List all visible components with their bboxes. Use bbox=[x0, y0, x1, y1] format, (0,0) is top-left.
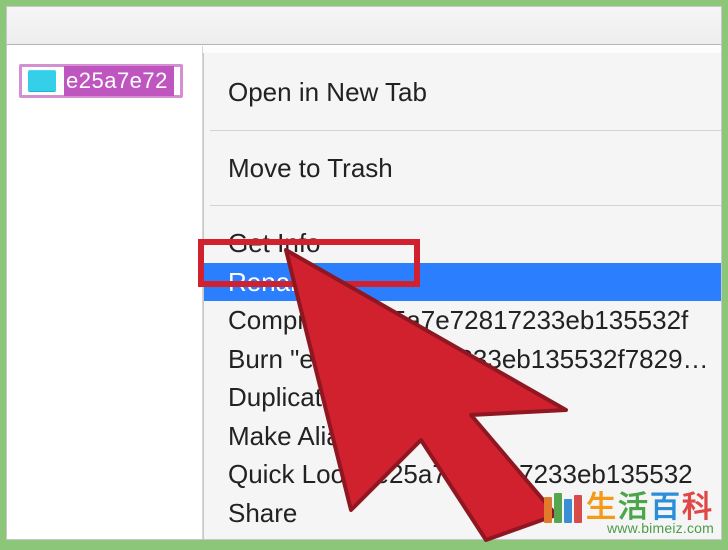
menu-move-to-trash[interactable]: Move to Trash bbox=[204, 149, 721, 188]
menu-quick-look[interactable]: Quick Look "e25a7e72817233eb135532 bbox=[204, 455, 721, 494]
books-icon bbox=[544, 493, 582, 523]
finder-window: e25a7e72 Open in New Tab Move to Trash G… bbox=[6, 6, 722, 540]
folder-icon bbox=[28, 70, 56, 92]
watermark-char-4: 科 bbox=[682, 491, 714, 524]
menu-separator bbox=[210, 205, 721, 206]
watermark: 生活百科 www.bimeiz.com bbox=[544, 492, 714, 536]
toolbar bbox=[7, 7, 721, 45]
menu-duplicate[interactable]: Duplicate bbox=[204, 378, 721, 417]
context-menu: Open in New Tab Move to Trash Get Info R… bbox=[203, 53, 721, 539]
watermark-char-1: 生 bbox=[586, 491, 618, 524]
selected-file-row[interactable]: e25a7e72 bbox=[19, 64, 183, 98]
menu-get-info[interactable]: Get Info bbox=[204, 224, 721, 263]
file-name-label: e25a7e72 bbox=[64, 66, 174, 96]
sidebar: e25a7e72 bbox=[7, 46, 203, 539]
menu-rename[interactable]: Rename bbox=[204, 263, 721, 302]
menu-burn[interactable]: Burn "e25a7e72817233eb135532f7829… bbox=[204, 340, 721, 379]
menu-compress[interactable]: Compress "e25a7e72817233eb135532f bbox=[204, 301, 721, 340]
watermark-char-2: 活 bbox=[618, 491, 650, 524]
watermark-char-3: 百 bbox=[650, 491, 682, 524]
menu-open-in-new-tab[interactable]: Open in New Tab bbox=[204, 73, 721, 112]
menu-separator bbox=[210, 130, 721, 131]
menu-make-alias[interactable]: Make Alias bbox=[204, 417, 721, 456]
watermark-url: www.bimeiz.com bbox=[544, 521, 714, 536]
